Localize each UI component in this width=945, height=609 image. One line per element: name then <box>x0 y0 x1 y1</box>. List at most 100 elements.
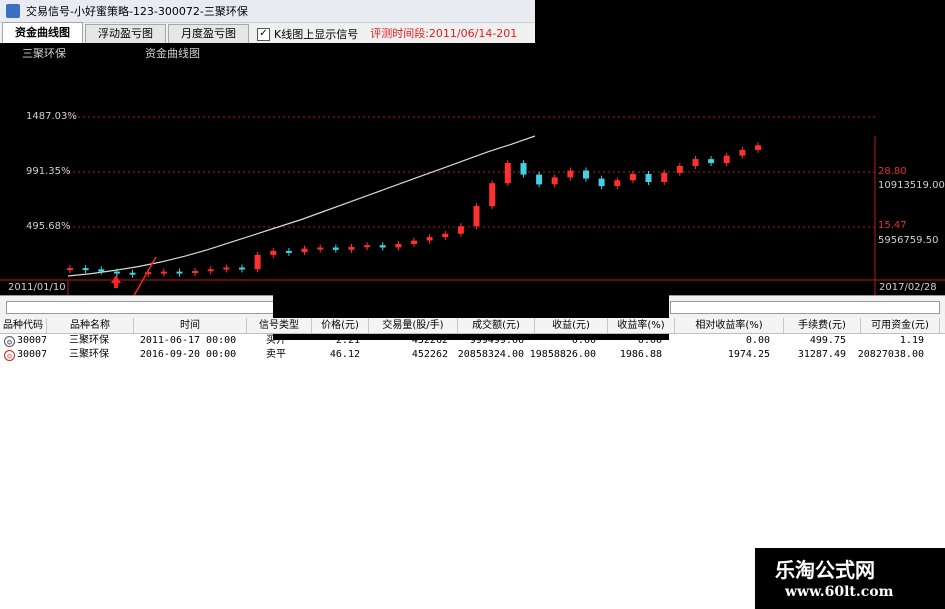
price-candle <box>692 159 699 166</box>
code-cell: ☺300072 <box>0 334 46 348</box>
code-cell: ☺300072 <box>0 348 46 362</box>
price-candle <box>723 155 730 164</box>
price-candle <box>598 178 605 187</box>
tab-equity-curve[interactable]: 资金曲线图 <box>2 22 83 43</box>
window-title: 交易信号-小好蜜策略-123-300072-三聚环保 <box>26 5 248 18</box>
buy-signal-arrow <box>111 275 121 288</box>
price-candle <box>348 246 355 250</box>
col-header[interactable]: 品种代码 <box>0 318 47 333</box>
price-candle <box>457 226 464 234</box>
evaluation-period: 评测时间段:2011/06/14-201 <box>370 27 518 40</box>
price-candle <box>583 170 589 179</box>
price-candle <box>239 267 245 270</box>
fee-cell: 499.75 <box>809 335 846 346</box>
price-candle <box>207 269 214 272</box>
amount-cell: 20858324.00 <box>457 349 524 360</box>
col-header[interactable]: 手续费(元) <box>784 318 861 333</box>
y-tick-label: 1487.03% <box>26 111 77 122</box>
volume-cell: 452262 <box>411 335 448 346</box>
price-candle <box>536 174 543 185</box>
scrollbar-track[interactable] <box>670 301 940 314</box>
relative-rate-cell: 1974.25 <box>727 349 770 360</box>
col-header[interactable]: 可用资金(元) <box>861 318 940 333</box>
profit-rate-cell: 1986.88 <box>619 349 662 360</box>
show-signals-label: K线图上显示信号 <box>274 28 359 41</box>
price-candle <box>223 267 230 270</box>
price-candle <box>567 170 574 178</box>
col-header[interactable]: 信号类型 <box>247 318 312 333</box>
price-high-label: 28.80 <box>878 166 907 177</box>
time-cell: 2016-09-20 00:00 <box>139 349 237 360</box>
app-icon <box>6 4 20 18</box>
price-candle <box>160 271 167 274</box>
chart-title: 资金曲线图 <box>145 47 200 60</box>
price-candle <box>629 174 636 181</box>
price-candle <box>270 250 277 255</box>
col-header[interactable]: 成交额(元) <box>458 318 535 333</box>
fund-low-label: 5956759.50 <box>878 235 939 246</box>
signal-cell: 买开 <box>266 335 286 346</box>
price-candle <box>442 233 449 238</box>
stock-name-label: 三聚环保 <box>22 47 66 60</box>
amount-cell: 999499.06 <box>469 335 524 346</box>
price-candle <box>317 247 324 250</box>
price-cell: 46.12 <box>329 349 360 360</box>
y-tick-label: 495.68% <box>26 221 71 232</box>
col-header[interactable]: 收益(元) <box>535 318 608 333</box>
table-row[interactable]: ☺300072 三聚环保 2016-09-20 00:00 卖平 46.12 4… <box>0 348 945 362</box>
price-candle <box>379 245 386 248</box>
window-titlebar: 交易信号-小好蜜策略-123-300072-三聚环保 <box>0 0 535 23</box>
watermark-url: www.60lt.com <box>785 584 894 600</box>
fee-cell: 31287.49 <box>797 349 846 360</box>
price-low-label: 15.47 <box>878 220 907 231</box>
price-candle <box>113 271 120 274</box>
col-header[interactable]: 相对收益率(%) <box>675 318 784 333</box>
col-header[interactable]: 品种名称 <box>47 318 134 333</box>
end-date-label: 2017/02/28 <box>879 282 937 293</box>
price-candle <box>254 254 261 270</box>
signals-table: 品种代码 品种名称 时间 信号类型 价格(元) 交易量(股/手) 成交额(元) … <box>0 318 945 362</box>
price-candle <box>67 268 73 271</box>
watermark-logo: 乐淘公式网 www.60lt.com <box>755 548 945 609</box>
price-candle <box>614 180 621 186</box>
name-cell: 三聚环保 <box>69 349 109 360</box>
price-candle <box>661 172 668 182</box>
scrollbar-thumb[interactable] <box>6 301 274 314</box>
table-row[interactable]: ☺300072 三聚环保 2011-06-17 00:00 买开 2.21 45… <box>0 334 945 348</box>
checkbox-box[interactable]: ✓ <box>257 27 270 41</box>
watermark-title: 乐淘公式网 <box>775 558 875 582</box>
show-signals-checkbox[interactable]: ✓ K线图上显示信号 <box>257 25 358 43</box>
profit-rate-cell: 0.00 <box>637 335 662 346</box>
tab-monthly-pnl[interactable]: 月度盈亏图 <box>168 24 249 43</box>
col-header[interactable]: 交易量(股/手) <box>369 318 458 333</box>
table-header: 品种代码 品种名称 时间 信号类型 价格(元) 交易量(股/手) 成交额(元) … <box>0 318 945 334</box>
col-header[interactable]: 价格(元) <box>312 318 369 333</box>
price-candle <box>676 166 683 173</box>
profit-cell: 0.00 <box>571 335 596 346</box>
price-candle <box>426 237 433 241</box>
price-candle <box>364 245 371 248</box>
price-candle <box>411 240 417 244</box>
price-candle <box>129 272 136 275</box>
time-cell: 2011-06-17 00:00 <box>139 335 237 346</box>
chart-canvas <box>0 116 945 295</box>
price-candle <box>504 163 511 184</box>
redaction-block-top <box>535 0 945 43</box>
col-header[interactable]: 时间 <box>134 318 247 333</box>
col-header[interactable]: 收益率(%) <box>608 318 675 333</box>
price-candle <box>395 244 402 248</box>
price-candle <box>520 163 527 175</box>
code-value: 300072 <box>17 349 46 360</box>
fund-high-label: 10913519.00 <box>878 180 945 191</box>
code-value: 300072 <box>17 335 46 346</box>
equity-curve-line <box>67 135 536 277</box>
smiley-icon: ☺ <box>4 349 15 361</box>
price-candle <box>739 149 746 156</box>
tab-bar: 资金曲线图 浮动盈亏图 月度盈亏图 ✓ K线图上显示信号 评测时间段:2011/… <box>0 22 535 44</box>
price-cell: 2.21 <box>335 335 360 346</box>
price-candle <box>301 248 308 252</box>
price-candle <box>285 250 292 253</box>
price-candle <box>708 159 715 164</box>
tab-floating-pnl[interactable]: 浮动盈亏图 <box>85 24 166 43</box>
signal-cell: 卖平 <box>266 349 286 360</box>
